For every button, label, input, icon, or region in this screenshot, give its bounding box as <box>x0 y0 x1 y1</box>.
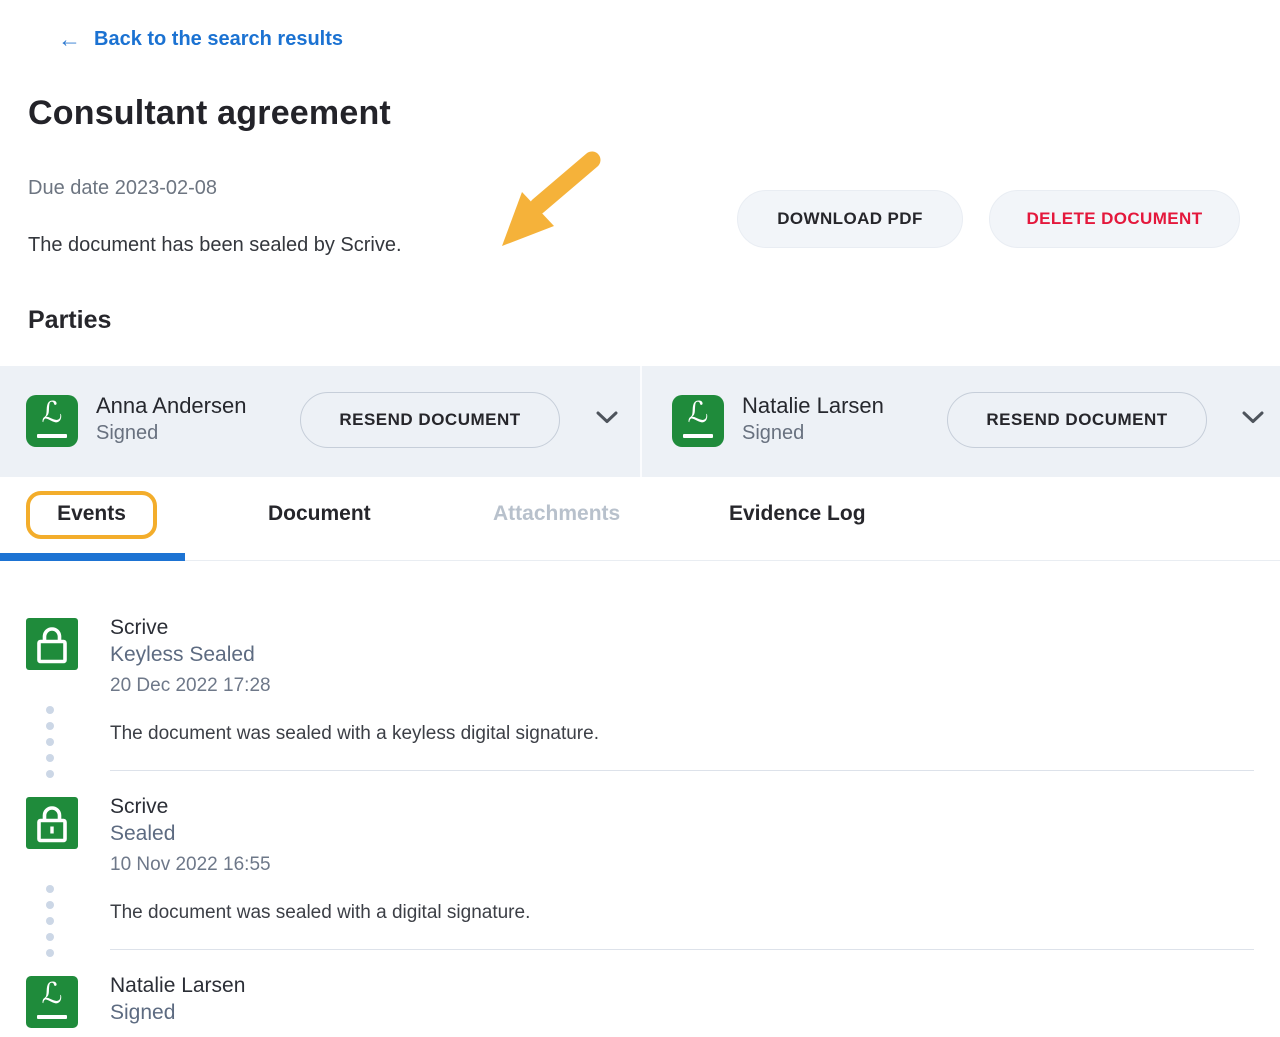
due-date-text: Due date 2023-02-08 <box>28 177 217 200</box>
download-pdf-label: DOWNLOAD PDF <box>777 209 923 229</box>
back-to-search-link[interactable]: ← Back to the search results <box>58 28 343 51</box>
lock-icon <box>26 797 78 849</box>
resend-document-label: RESEND DOCUMENT <box>339 410 520 430</box>
party-card: ℒ Anna Andersen Signed RESEND DOCUMENT <box>0 366 640 477</box>
event-actor: Natalie Larsen <box>110 974 245 998</box>
event-action: Signed <box>110 1001 175 1025</box>
parties-band: ℒ Anna Andersen Signed RESEND DOCUMENT ℒ… <box>0 366 1280 477</box>
signature-glyph: ℒ <box>672 398 724 430</box>
signature-underline <box>683 434 713 438</box>
annotation-arrow-icon <box>492 146 606 252</box>
lock-icon <box>26 618 78 670</box>
resend-document-button[interactable]: RESEND DOCUMENT <box>947 392 1207 448</box>
active-tab-underline <box>0 553 185 561</box>
resend-document-label: RESEND DOCUMENT <box>986 410 1167 430</box>
tab-attachments: Attachments <box>493 502 620 526</box>
timeline-dots <box>46 706 54 778</box>
timeline-dots <box>46 885 54 957</box>
back-link-label: Back to the search results <box>94 28 343 51</box>
signature-underline <box>37 1015 67 1019</box>
events-list: Scrive Keyless Sealed 20 Dec 2022 17:28 … <box>0 618 1280 1037</box>
event-actor: Scrive <box>110 795 168 819</box>
download-pdf-button[interactable]: DOWNLOAD PDF <box>737 190 963 248</box>
chevron-down-icon[interactable] <box>1242 411 1264 424</box>
party-status: Signed <box>96 422 158 445</box>
tab-evidence-log[interactable]: Evidence Log <box>729 502 866 526</box>
event-timestamp: 20 Dec 2022 17:28 <box>110 675 271 697</box>
event-timestamp: 10 Nov 2022 16:55 <box>110 854 271 876</box>
tab-events[interactable]: Events <box>26 502 157 526</box>
party-status: Signed <box>742 422 804 445</box>
delete-document-button[interactable]: DELETE DOCUMENT <box>989 190 1240 248</box>
signature-glyph: ℒ <box>26 979 78 1011</box>
event-actor: Scrive <box>110 616 168 640</box>
page-title: Consultant agreement <box>28 94 391 133</box>
signature-icon: ℒ <box>26 976 78 1028</box>
signature-underline <box>37 434 67 438</box>
tab-bar: Events Document Attachments Evidence Log <box>0 488 1280 564</box>
signature-glyph: ℒ <box>26 398 78 430</box>
signature-icon: ℒ <box>26 395 78 447</box>
signature-icon: ℒ <box>672 395 724 447</box>
parties-heading: Parties <box>28 306 111 335</box>
event-action: Keyless Sealed <box>110 643 255 667</box>
document-detail-page: ← Back to the search results Consultant … <box>0 0 1280 1037</box>
party-card: ℒ Natalie Larsen Signed RESEND DOCUMENT <box>642 366 1280 477</box>
party-name: Natalie Larsen <box>742 393 884 419</box>
event-divider <box>110 770 1254 771</box>
tab-document[interactable]: Document <box>268 502 371 526</box>
event-description: The document was sealed with a digital s… <box>110 902 530 924</box>
sealed-status-text: The document has been sealed by Scrive. <box>28 234 402 257</box>
resend-document-button[interactable]: RESEND DOCUMENT <box>300 392 560 448</box>
tab-bar-divider <box>0 560 1280 561</box>
event-divider <box>110 949 1254 950</box>
delete-document-label: DELETE DOCUMENT <box>1027 209 1203 229</box>
back-arrow-icon: ← <box>58 28 81 51</box>
party-name: Anna Andersen <box>96 393 246 419</box>
chevron-down-icon[interactable] <box>596 411 618 424</box>
event-description: The document was sealed with a keyless d… <box>110 723 599 745</box>
event-action: Sealed <box>110 822 175 846</box>
